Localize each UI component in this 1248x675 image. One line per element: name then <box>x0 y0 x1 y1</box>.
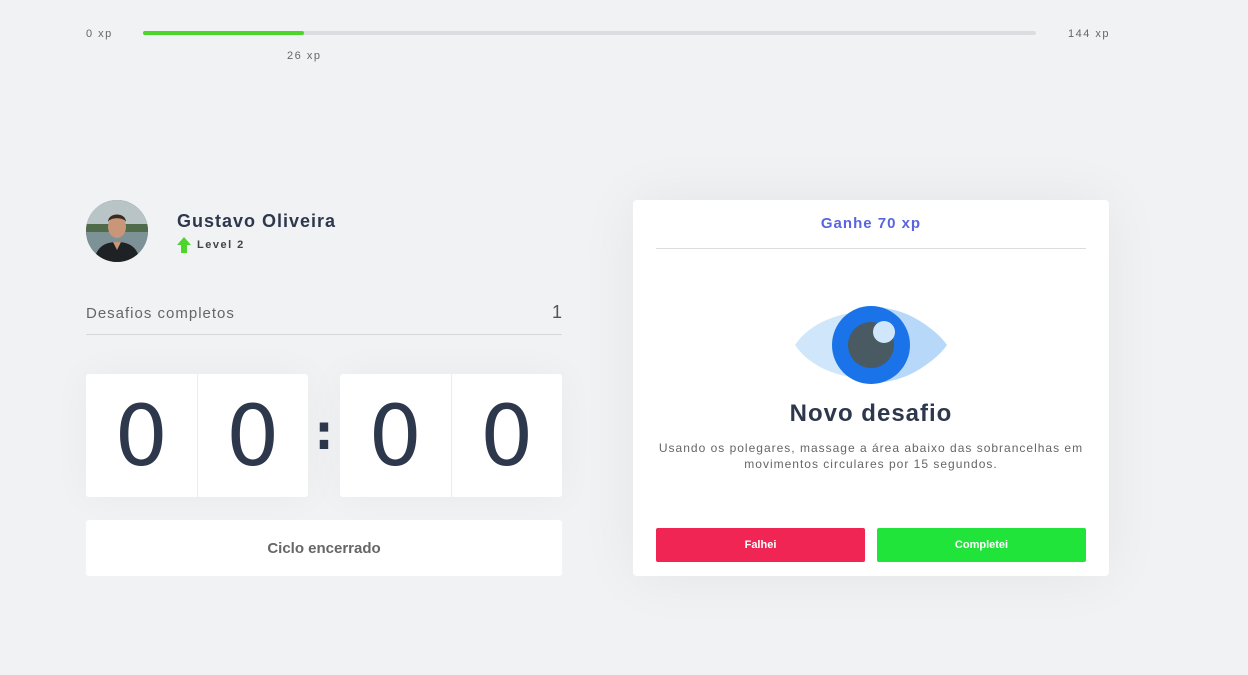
completed-challenges-label: Desafios completos <box>86 305 235 322</box>
xp-progress-fill <box>143 31 305 35</box>
challenge-xp-header: Ganhe 70 xp <box>656 200 1086 249</box>
countdown-separator: : <box>314 404 334 461</box>
xp-max-label: 144 xp <box>1067 28 1110 40</box>
challenge-failed-button[interactable]: Falhei <box>656 528 865 562</box>
profile-name: Gustavo Oliveira <box>177 211 337 231</box>
countdown-digit: 0 <box>340 374 452 497</box>
experience-bar: 0 xp 26 xp 144 xp <box>86 22 1110 62</box>
avatar <box>86 200 148 262</box>
cycle-ended-button[interactable]: Ciclo encerrado <box>86 520 562 576</box>
challenge-card: Ganhe 70 xp Novo desafio Usando os poleg… <box>633 200 1109 576</box>
challenge-description: Usando os polegares, massage a área abai… <box>658 441 1084 471</box>
challenge-title: Novo desafio <box>789 400 953 427</box>
countdown-timer: 0 0 : 0 0 <box>86 374 562 497</box>
level-up-arrow-icon <box>177 237 191 253</box>
challenge-completed-button[interactable]: Completei <box>877 528 1086 562</box>
countdown-minutes: 0 0 <box>86 374 308 497</box>
level-label: Level 2 <box>197 239 245 251</box>
profile: Gustavo Oliveira Level 2 <box>86 200 562 264</box>
countdown-digit: 0 <box>480 386 534 485</box>
xp-track: 26 xp <box>143 31 1036 62</box>
xp-current-label: 26 xp <box>287 50 322 62</box>
countdown-digit: 0 <box>86 374 198 497</box>
eye-icon <box>795 306 947 384</box>
xp-min-label: 0 xp <box>86 28 113 40</box>
level-indicator: Level 2 <box>177 237 245 253</box>
countdown-digit: 0 <box>226 386 280 485</box>
completed-challenges-count: 1 <box>551 302 562 322</box>
completed-challenges: Desafios completos 1 <box>86 300 562 335</box>
countdown-seconds: 0 0 <box>340 374 562 497</box>
